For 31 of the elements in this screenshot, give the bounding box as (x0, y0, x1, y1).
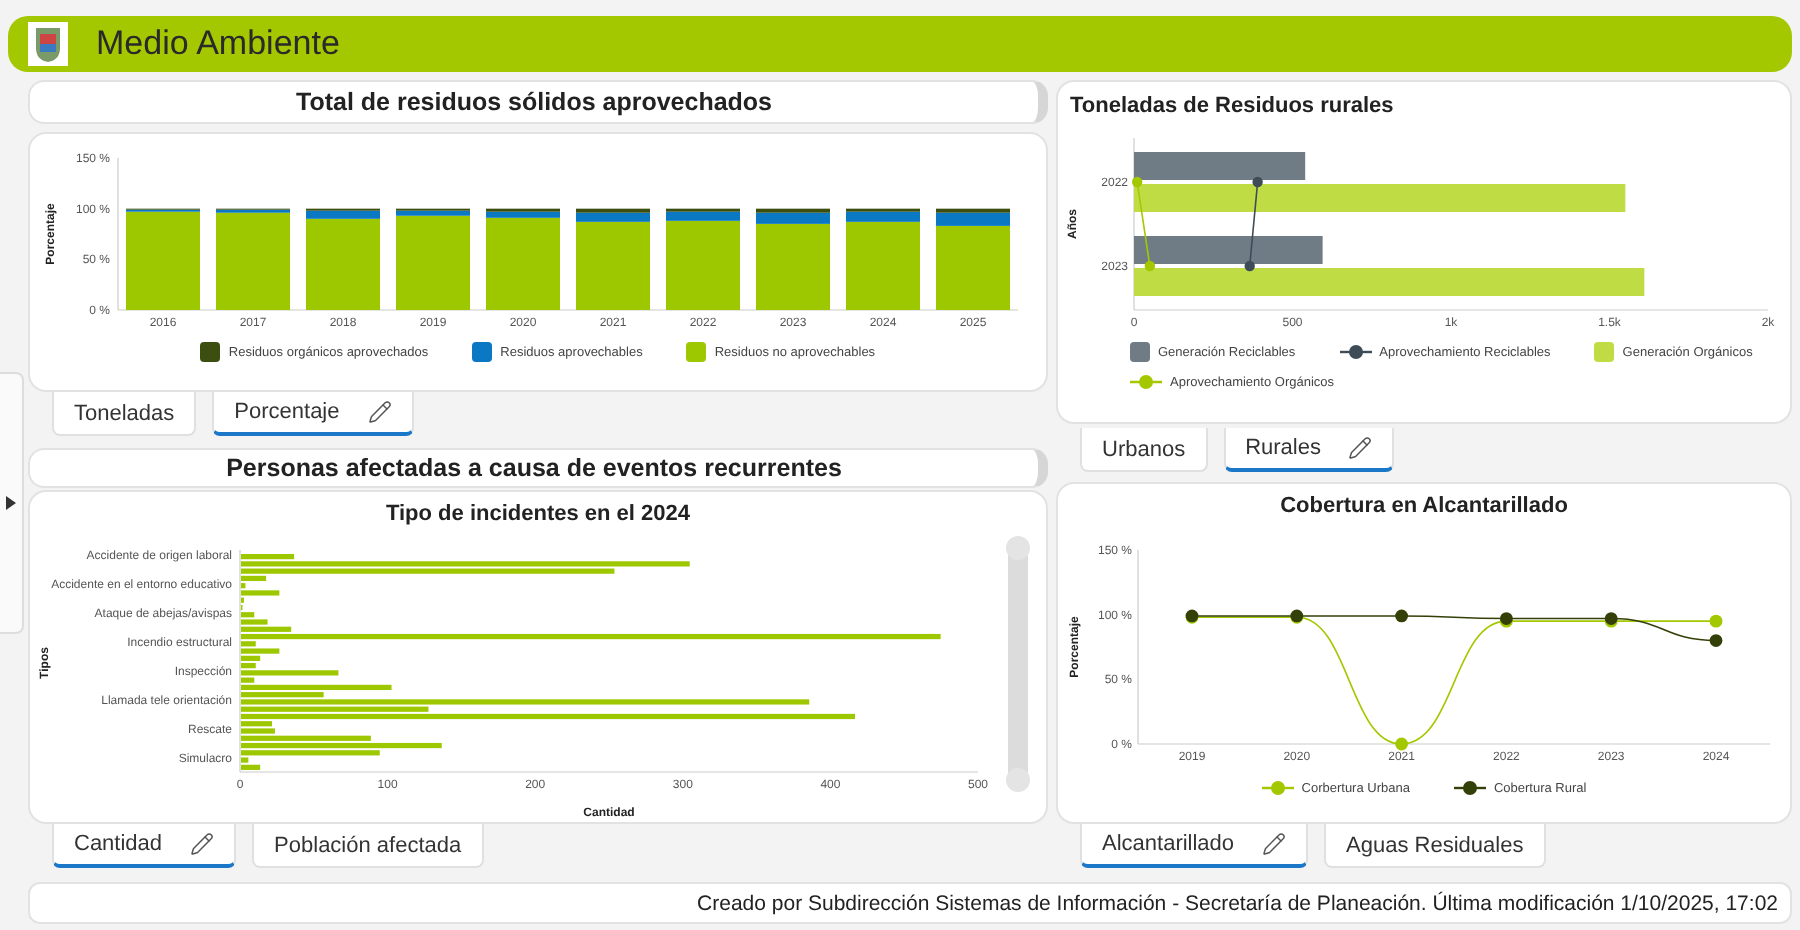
point (1131, 176, 1143, 188)
section-title: Total de residuos sólidos aprovechados (28, 80, 1048, 124)
point (1395, 609, 1408, 623)
page-title: Medio Ambiente (96, 24, 340, 64)
side-panel-toggle[interactable] (0, 372, 24, 634)
emblem-icon (28, 22, 68, 66)
chart-title: Cobertura en Alcantarillado (1278, 492, 1570, 522)
tab[interactable]: Aguas Residuales (1324, 824, 1546, 868)
chart-title: Tipo de incidentes en el 2024 (383, 500, 693, 530)
point (1144, 260, 1156, 272)
point (1395, 737, 1408, 751)
tab[interactable]: Cantidad (52, 824, 237, 868)
pencil-icon (1348, 436, 1373, 460)
tab[interactable]: Toneladas (52, 392, 197, 436)
pencil-icon (190, 832, 215, 856)
pencil-icon (1262, 832, 1287, 856)
section-title: Personas afectadas a causa de eventos recurrentes (28, 448, 1048, 488)
scrollbar[interactable] (1006, 536, 1030, 792)
point (1252, 176, 1263, 188)
tab[interactable]: Población afectada (252, 824, 484, 868)
tab[interactable]: Alcantarillado (1080, 824, 1309, 868)
point (1709, 634, 1723, 647)
tab[interactable]: Porcentaje (212, 392, 414, 436)
tab[interactable]: Rurales (1223, 428, 1395, 472)
tab[interactable]: Urbanos (1080, 428, 1208, 472)
point (1709, 614, 1723, 628)
chart-title: Toneladas de Residuos rurales (1068, 92, 1396, 122)
point (1244, 260, 1255, 272)
pencil-icon (367, 400, 392, 424)
footer-text: Creado por Subdirección Sistemas de Información - Secretaría de Planeación. Última modificación 1/10/2025, 17:02 (697, 891, 1778, 915)
caret-icon (6, 496, 16, 510)
